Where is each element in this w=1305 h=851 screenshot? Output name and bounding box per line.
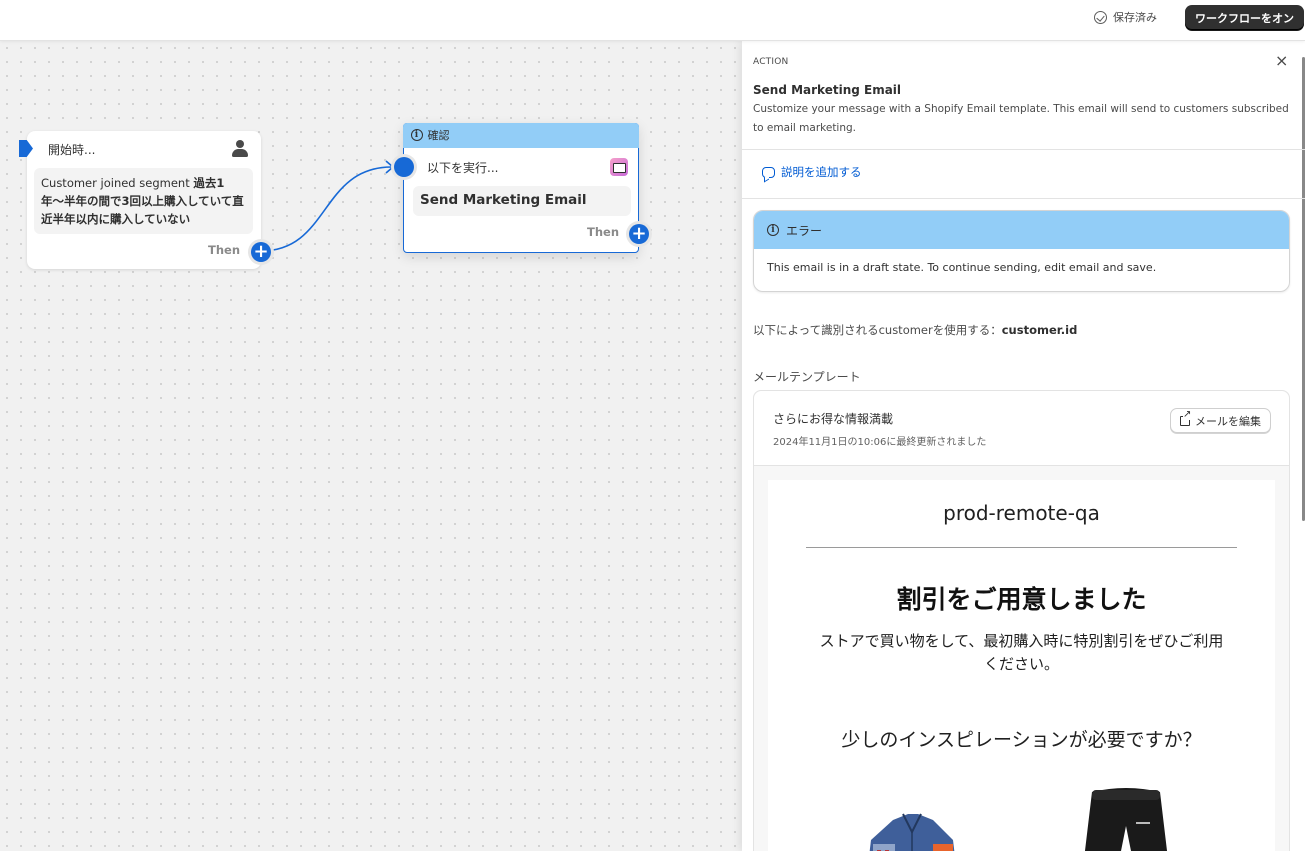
comment-icon [762, 166, 775, 178]
preview-headline: 割引をご用意しました [896, 585, 1147, 614]
error-banner: i エラー This email is in a draft state. To… [753, 210, 1290, 292]
preview-divider [806, 547, 1237, 548]
email-preview: prod-remote-qa 割引をご用意しました ストアで買い物をして、最初購… [768, 480, 1275, 851]
action-run-label: 以下を実行... [427, 161, 499, 175]
trigger-node[interactable]: 開始時... Customer joined segment 過去1年〜半年の間… [19, 131, 271, 269]
shopify-email-icon [610, 158, 628, 176]
error-message: This email is in a draft state. To conti… [767, 261, 1157, 274]
add-description-label: 説明を追加する [781, 165, 862, 179]
trigger-condition-prefix: Customer joined segment [41, 176, 194, 190]
trigger-flag-icon [19, 140, 33, 157]
action-node[interactable]: i 確認 以下を実行... Send Marketing Email Then … [394, 122, 649, 253]
customer-identifier: 以下によって識別されるcustomerを使用する：customer.id [753, 322, 1077, 338]
trigger-add-step-button[interactable]: + [251, 242, 271, 262]
error-banner-header: i エラー [754, 211, 1289, 249]
denim-jacket-image [869, 813, 955, 851]
saved-status: 保存済み [1094, 9, 1157, 25]
workflow-canvas[interactable]: 開始時... Customer joined segment 過去1年〜半年の間… [0, 41, 742, 851]
error-title: エラー [786, 223, 823, 238]
customer-identifier-value: customer.id [1001, 323, 1078, 337]
person-icon [232, 140, 248, 157]
preview-body: ストアで買い物をして、最初購入時に特別割引をぜひご利用ください。 [819, 632, 1224, 673]
saved-label: 保存済み [1113, 11, 1157, 24]
action-title: Send Marketing Email [413, 186, 631, 216]
action-status-bar: i 確認 [402, 122, 639, 148]
top-bar: 保存済み ワークフローをオン [0, 0, 1305, 41]
trigger-then-label: Then [208, 243, 241, 257]
template-name: さらにお得な情報満載 [773, 412, 894, 426]
check-circle-icon [1094, 10, 1107, 24]
email-template-card: さらにお得な情報満載 2024年11月1日の10:06に最終更新されました メー… [753, 390, 1290, 851]
add-description-link[interactable]: 説明を追加する [762, 164, 862, 180]
divider [742, 149, 1305, 150]
panel-description: Customize your message with a Shopify Em… [753, 103, 1289, 134]
action-add-step-button[interactable]: + [629, 224, 649, 244]
action-then-label: Then [587, 225, 620, 239]
divider [742, 198, 1305, 199]
black-pants-image [1084, 788, 1168, 851]
preview-store-name: prod-remote-qa [943, 501, 1100, 525]
email-template-label: メールテンプレート [753, 370, 861, 384]
action-input-handle[interactable] [394, 157, 414, 177]
trigger-condition: Customer joined segment 過去1年〜半年の間で3回以上購入… [34, 168, 253, 234]
edit-email-button[interactable]: メールを編集 [1170, 408, 1271, 433]
customer-identifier-label: 以下によって識別されるcustomerを使用する： [753, 323, 1002, 337]
panel-section-label: ACTION [753, 57, 789, 67]
panel-title: Send Marketing Email [753, 83, 902, 97]
edit-email-label: メールを編集 [1195, 414, 1261, 428]
close-icon[interactable]: × [1275, 51, 1288, 70]
action-details-panel: ACTION × Send Marketing Email Customize … [742, 41, 1305, 851]
external-link-icon [1180, 409, 1192, 426]
action-status-label: 確認 [427, 129, 450, 142]
email-template-header: さらにお得な情報満載 2024年11月1日の10:06に最終更新されました メー… [754, 391, 1289, 466]
trigger-title: 開始時... [48, 143, 96, 157]
info-icon: i [410, 129, 423, 141]
preview-subheadline: 少しのインスピレーションが必要ですか？ [841, 729, 1202, 751]
turn-on-workflow-button[interactable]: ワークフローをオン [1185, 5, 1304, 30]
info-icon: i [767, 224, 779, 236]
template-updated: 2024年11月1日の10:06に最終更新されました [773, 437, 987, 448]
